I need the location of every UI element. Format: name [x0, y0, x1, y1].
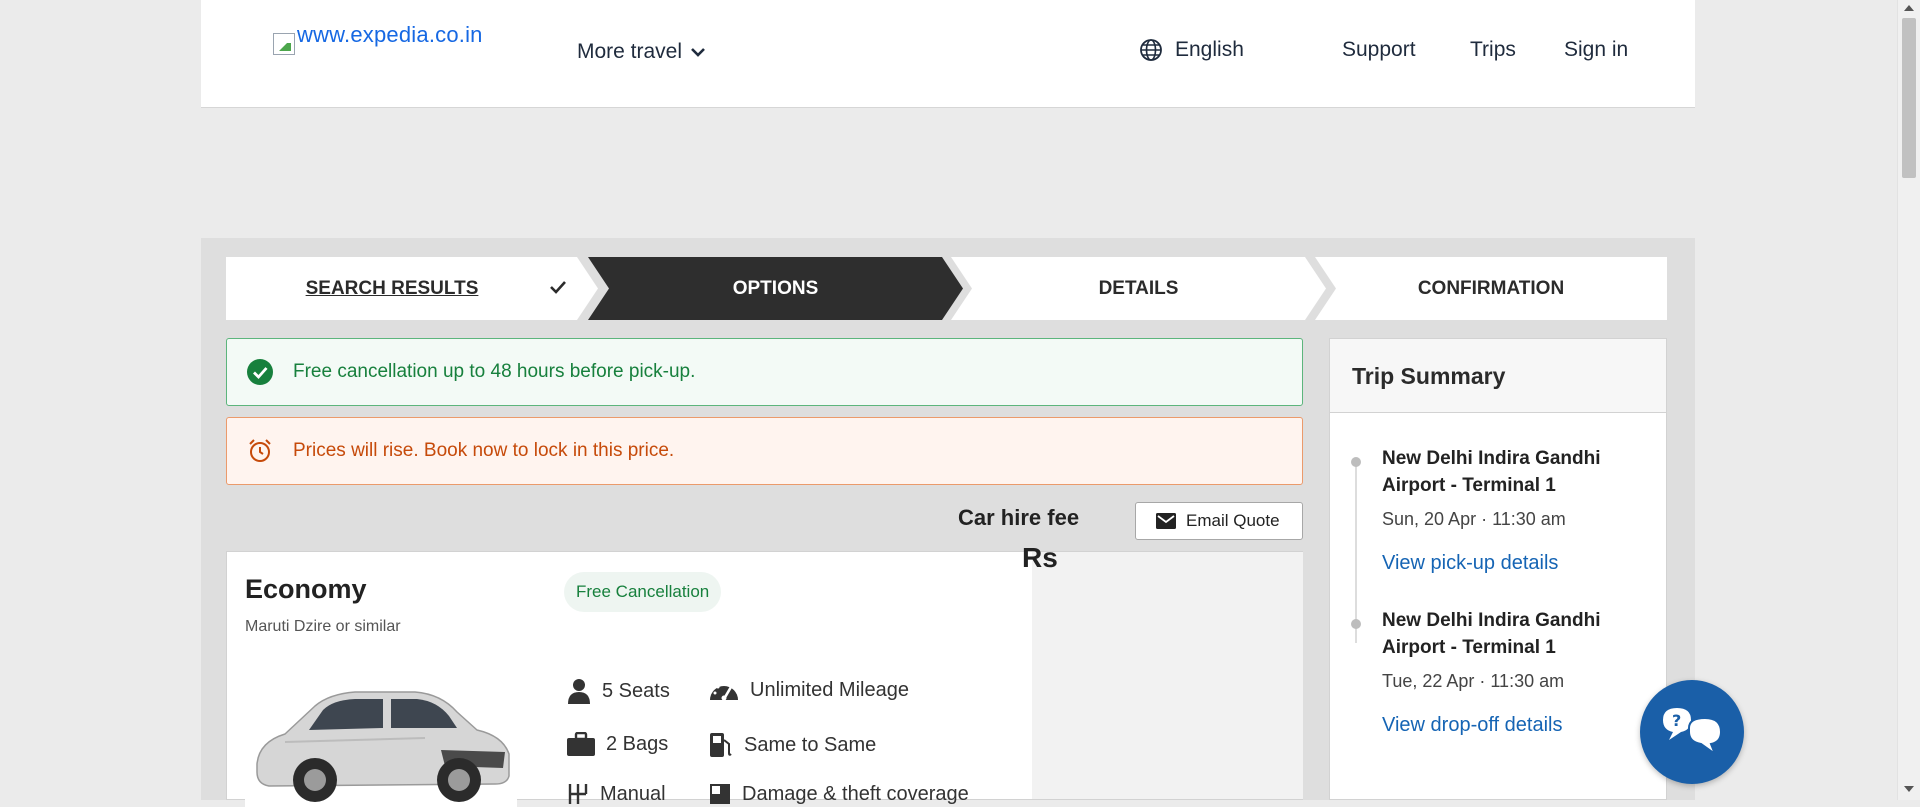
- step-details: DETAILS: [951, 257, 1326, 320]
- more-travel-label: More travel: [577, 40, 683, 63]
- language-label: English: [1175, 38, 1244, 61]
- booking-stepper: SEARCH RESULTS OPTIONS DETAILS CONFIRMAT…: [226, 257, 1667, 320]
- free-cancellation-badge: Free Cancellation: [564, 572, 722, 612]
- feature-mileage: Unlimited Mileage: [708, 678, 909, 702]
- price-rise-text: Prices will rise. Book now to lock in th…: [293, 440, 675, 461]
- help-chat-button[interactable]: ?: [1640, 680, 1744, 784]
- car-hire-fee-value: Rs: [1022, 542, 1058, 573]
- fuel-label: Same to Same: [744, 733, 877, 756]
- step-confirmation: CONFIRMATION: [1315, 257, 1667, 320]
- car-offer-card: Economy Maruti Dzire or similar Free Can…: [226, 551, 1303, 807]
- car-model: Maruti Dzire or similar: [245, 618, 401, 635]
- timeline-dot: [1351, 457, 1361, 467]
- price-panel: [1032, 552, 1303, 799]
- free-cancellation-alert: Free cancellation up to 48 hours before …: [226, 338, 1303, 406]
- dropoff-location: New Delhi Indira Gandhi Airport - Termin…: [1382, 610, 1601, 658]
- speedometer-icon: [710, 682, 738, 701]
- globe-icon: [1140, 39, 1162, 61]
- damage-label: Damage & theft coverage: [742, 782, 969, 805]
- email-quote-label: Email Quote: [1186, 511, 1280, 530]
- timeline-line: [1355, 463, 1357, 643]
- trip-summary-panel: Trip Summary New Delhi Indira Gandhi Air…: [1329, 338, 1667, 800]
- booking-container: SEARCH RESULTS OPTIONS DETAILS CONFIRMAT…: [201, 238, 1695, 807]
- page-scrollbar[interactable]: [1897, 0, 1920, 800]
- cancellation-text: Free cancellation up to 48 hours before …: [293, 361, 696, 382]
- gear-shift-icon: [568, 784, 588, 804]
- feature-transmission: Manual: [566, 782, 666, 806]
- chevron-down-icon: [691, 48, 705, 57]
- feature-seats: 5 Seats: [566, 678, 670, 704]
- scroll-thumb[interactable]: [1902, 18, 1916, 178]
- step-search-results[interactable]: SEARCH RESULTS: [226, 257, 598, 320]
- broken-image-icon: [273, 33, 295, 55]
- feature-fuel: Same to Same: [708, 732, 876, 758]
- pickup-location: New Delhi Indira Gandhi Airport - Termin…: [1382, 448, 1601, 496]
- step-label: CONFIRMATION: [1417, 277, 1565, 299]
- person-icon: [568, 679, 590, 704]
- car-image: [245, 672, 517, 807]
- price-rise-alert: Prices will rise. Book now to lock in th…: [226, 417, 1303, 485]
- trip-summary-title: Trip Summary: [1330, 339, 1666, 413]
- feature-bags: 2 Bags: [566, 732, 668, 756]
- step-label: OPTIONS: [732, 277, 819, 299]
- timeline-dot: [1351, 619, 1361, 629]
- checkmark-icon: [550, 281, 566, 294]
- seats-label: 5 Seats: [602, 679, 670, 702]
- sign-in-link[interactable]: Sign in: [1564, 38, 1628, 62]
- bags-label: 2 Bags: [606, 732, 669, 755]
- suitcase-icon: [567, 732, 595, 756]
- car-class-title: Economy: [245, 574, 367, 604]
- dropoff-datetime: Tue, 22 Apr · 11:30 am: [1382, 671, 1565, 691]
- site-header: www.expedia.co.in More travel English Su…: [201, 0, 1695, 108]
- expedia-logo[interactable]: www.expedia.co.in: [273, 22, 483, 55]
- scroll-up-arrow-icon[interactable]: [1904, 5, 1914, 11]
- chat-bubbles-icon: ?: [1663, 708, 1723, 757]
- step-options: OPTIONS: [588, 257, 963, 320]
- step-label: DETAILS: [1098, 277, 1179, 299]
- envelope-icon: [1156, 513, 1176, 529]
- fuel-pump-icon: [710, 733, 732, 757]
- pickup-block: New Delhi Indira Gandhi Airport - Termin…: [1382, 445, 1652, 575]
- svg-text:?: ?: [1672, 711, 1681, 730]
- pickup-datetime: Sun, 20 Apr · 11:30 am: [1382, 509, 1566, 529]
- support-link[interactable]: Support: [1342, 38, 1416, 62]
- logo-alt-text: www.expedia.co.in: [297, 22, 483, 47]
- view-dropoff-details-link[interactable]: View drop-off details: [1382, 714, 1652, 737]
- transmission-label: Manual: [600, 782, 666, 805]
- trips-link[interactable]: Trips: [1470, 38, 1516, 62]
- language-selector[interactable]: English: [1139, 38, 1244, 62]
- car-hire-fee-label: Car hire fee: [958, 505, 1080, 530]
- car-door-icon: [710, 784, 730, 804]
- check-circle-icon: [247, 359, 273, 385]
- scroll-down-arrow-icon[interactable]: [1904, 786, 1914, 792]
- step-label: SEARCH RESULTS: [305, 277, 479, 299]
- more-travel-menu[interactable]: More travel: [577, 40, 706, 64]
- email-quote-button[interactable]: Email Quote: [1135, 502, 1303, 540]
- mileage-label: Unlimited Mileage: [750, 678, 909, 701]
- feature-damage-coverage: Damage & theft coverage: [708, 782, 969, 806]
- view-pickup-details-link[interactable]: View pick-up details: [1382, 552, 1652, 575]
- dropoff-block: New Delhi Indira Gandhi Airport - Termin…: [1382, 607, 1652, 737]
- alarm-clock-icon: [247, 438, 273, 464]
